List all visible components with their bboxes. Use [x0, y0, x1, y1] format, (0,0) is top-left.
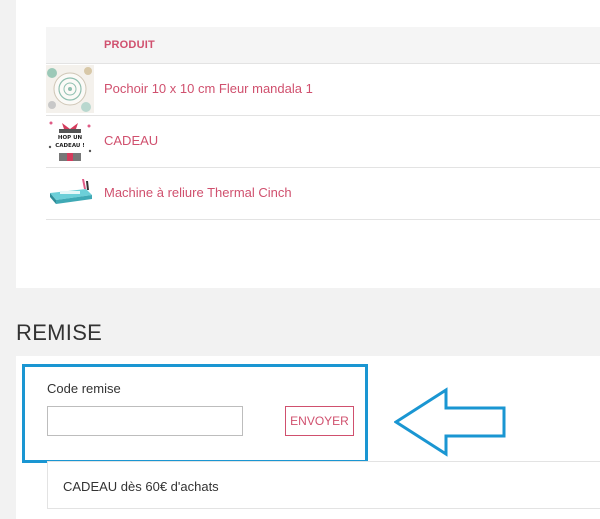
left-arrow-icon: [394, 387, 506, 457]
gift-offer-box: CADEAU dès 60€ d'achats: [47, 461, 600, 509]
binding-machine-thumbnail[interactable]: [46, 169, 94, 217]
table-row: Machine à reliure Thermal Cinch: [46, 167, 600, 220]
product-name[interactable]: Machine à reliure Thermal Cinch: [104, 185, 292, 200]
send-button[interactable]: ENVOYER: [285, 406, 354, 436]
product-name[interactable]: CADEAU: [104, 133, 158, 148]
svg-text:HOP UN: HOP UN: [58, 135, 83, 141]
table-row: HOP UN CADEAU ! CADEAU: [46, 115, 600, 168]
mandala-stencil-thumbnail[interactable]: [46, 65, 94, 113]
product-name[interactable]: Pochoir 10 x 10 cm Fleur mandala 1: [104, 81, 313, 96]
gift-offer-text: CADEAU dès 60€ d'achats: [63, 479, 219, 494]
svg-text:CADEAU !: CADEAU !: [55, 143, 85, 149]
discount-code-input[interactable]: [47, 406, 243, 436]
column-header-product: PRODUIT: [104, 39, 155, 51]
table-row: Pochoir 10 x 10 cm Fleur mandala 1: [46, 63, 600, 116]
discount-code-label: Code remise: [47, 381, 121, 396]
section-title-remise: REMISE: [16, 320, 103, 345]
cart-products-panel: PRODUIT Pochoir 10 x 10 cm Fleur mandala…: [16, 0, 600, 288]
products-table-header: PRODUIT: [46, 27, 600, 64]
gift-thumbnail[interactable]: HOP UN CADEAU !: [46, 117, 94, 165]
